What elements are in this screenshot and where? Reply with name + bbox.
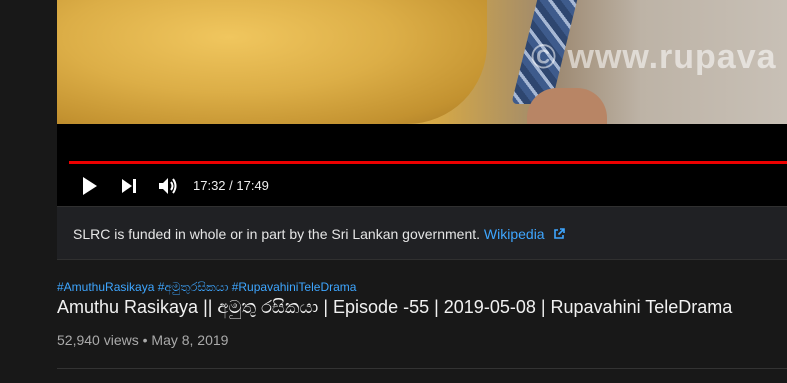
hashtag-link[interactable]: #AmuthuRasikaya — [57, 280, 154, 294]
next-button[interactable] — [117, 174, 141, 198]
meta-separator: • — [142, 332, 148, 348]
volume-icon — [159, 178, 177, 194]
volume-button[interactable] — [156, 174, 180, 198]
video-frame-hand — [527, 88, 607, 124]
wikipedia-link-label: Wikipedia — [483, 226, 545, 242]
video-frame-shoulder — [57, 0, 487, 124]
progress-bar[interactable] — [69, 161, 787, 164]
upload-date: May 8, 2019 — [151, 332, 229, 348]
external-link-icon — [553, 228, 565, 240]
hashtag-link[interactable]: #RupavahiniTeleDrama — [232, 280, 357, 294]
video-title: Amuthu Rasikaya || අමුතු රසිකයා | Episod… — [57, 297, 733, 317]
info-panel-text: SLRC is funded in whole or in part by th… — [73, 226, 481, 242]
time-display: 17:32 / 17:49 — [193, 178, 269, 193]
channel-watermark: © www.rupava — [531, 38, 777, 76]
play-button[interactable] — [77, 174, 101, 198]
hashtag-link[interactable]: #අමුතුරසිකයා — [158, 280, 229, 294]
video-player[interactable]: © www.rupava 17:32 / 17:49 — [57, 0, 787, 206]
info-panel-content: SLRC is funded in whole or in part by th… — [73, 226, 565, 242]
video-frame[interactable]: © www.rupava — [57, 0, 787, 124]
play-icon — [83, 177, 97, 195]
player-controls: 17:32 / 17:49 — [57, 170, 787, 202]
view-count: 52,940 views — [57, 332, 139, 348]
divider — [57, 368, 787, 369]
info-panel: SLRC is funded in whole or in part by th… — [57, 206, 787, 260]
next-icon — [122, 179, 136, 193]
hashtags: #AmuthuRasikaya #අමුතුරසිකයා #Rupavahini… — [57, 280, 356, 295]
wikipedia-link[interactable]: Wikipedia — [484, 226, 565, 242]
video-meta: 52,940 views • May 8, 2019 — [57, 332, 228, 348]
